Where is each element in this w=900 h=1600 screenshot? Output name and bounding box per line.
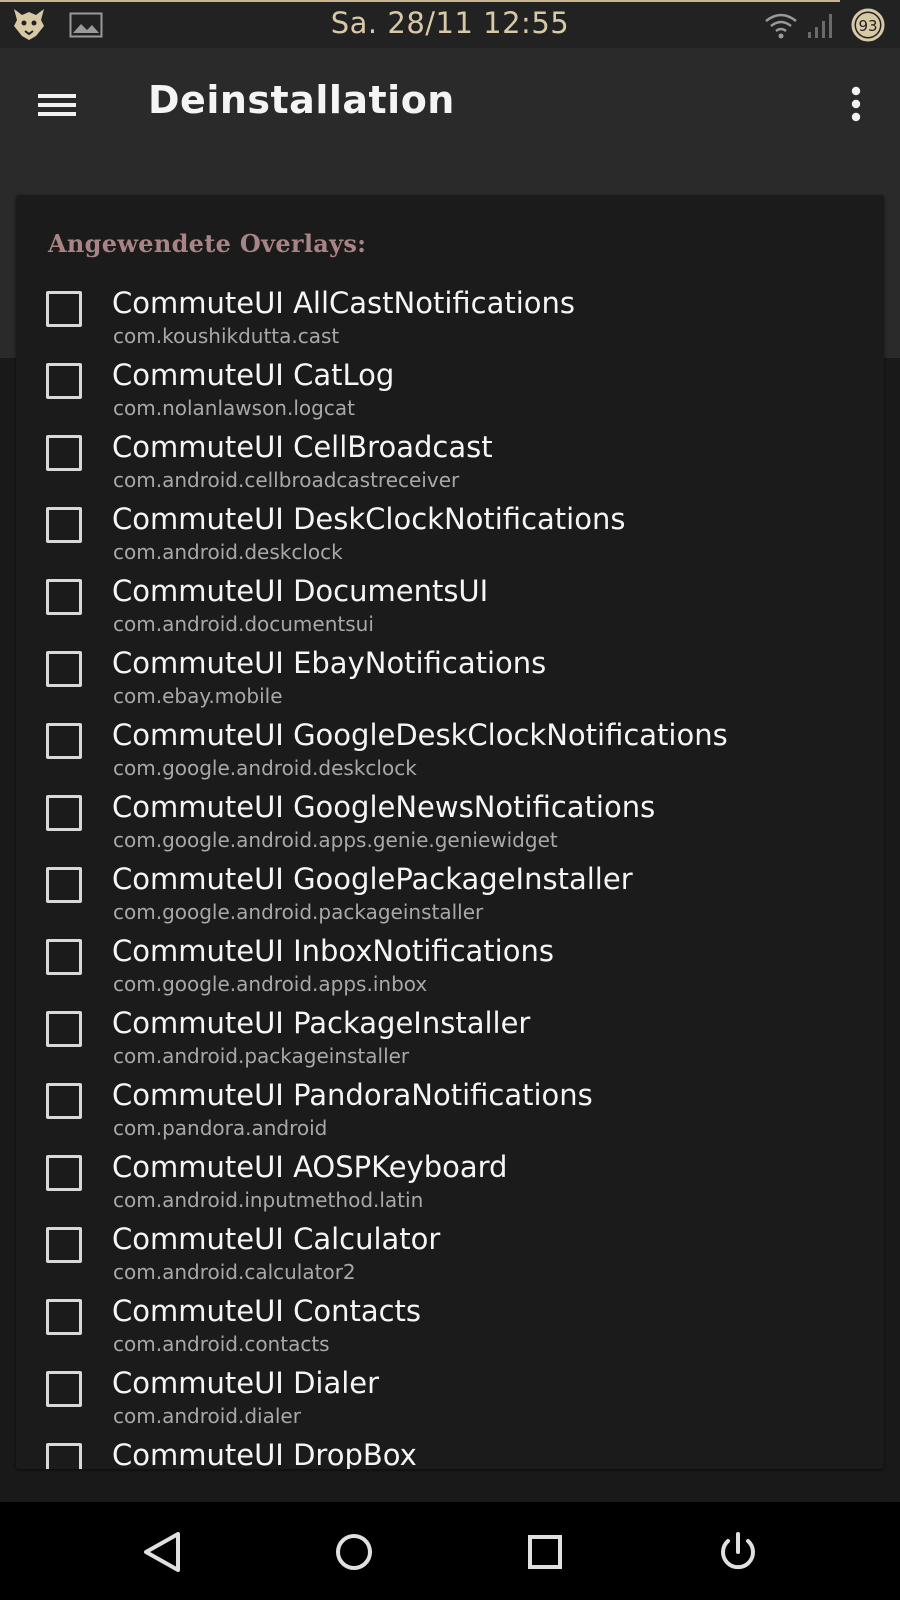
page-title: Deinstallation [148,78,455,122]
navigation-bar [0,1502,900,1600]
power-icon[interactable] [712,1526,764,1578]
overlay-name: CommuteUI PandoraNotifications [112,1078,593,1112]
overlay-list-item[interactable]: CommuteUI PackageInstaller com.android.pa… [16,1005,884,1077]
overlay-checkbox[interactable] [46,1443,82,1469]
overlay-name: CommuteUI GooglePackageInstaller [112,862,633,896]
overlay-name: CommuteUI CatLog [112,358,395,392]
overlay-package: com.nolanlawson.logcat [113,396,355,420]
overlay-package: com.android.cellbroadcastreceiver [113,468,460,492]
overlay-name: CommuteUI DropBox [112,1438,417,1469]
overlay-package: com.android.packageinstaller [113,1044,410,1068]
overlay-checkbox[interactable] [46,1155,82,1191]
overlay-list-item[interactable]: CommuteUI AllCastNotifications com.koushi… [16,285,884,357]
cell-signal-icon [806,12,836,44]
wifi-icon [764,12,798,44]
overlay-list-item[interactable]: CommuteUI Calculator com.android.calculat… [16,1221,884,1293]
section-title: Angewendete Overlays: [48,229,367,258]
status-bar: Sa. 28/11 12:55 93 [0,0,900,48]
overlay-name: CommuteUI Dialer [112,1366,380,1400]
overlay-package: com.android.dialer [113,1404,301,1428]
overlay-list-item[interactable]: CommuteUI Contacts com.android.contacts [16,1293,884,1365]
overlay-checkbox[interactable] [46,1299,82,1335]
overlay-list-item[interactable]: CommuteUI DocumentsUI com.android.documen… [16,573,884,645]
overlay-checkbox[interactable] [46,507,82,543]
overlay-checkbox[interactable] [46,939,82,975]
overlay-name: CommuteUI AllCastNotifications [112,286,576,320]
overlay-package: com.pandora.android [113,1116,328,1140]
overlay-checkbox[interactable] [46,1371,82,1407]
overlay-name: CommuteUI AOSPKeyboard [112,1150,508,1184]
overlay-checkbox[interactable] [46,1227,82,1263]
status-accent-line [0,0,840,2]
overlay-list-item[interactable]: CommuteUI CellBroadcast com.android.cellb… [16,429,884,501]
overlay-checkbox[interactable] [46,867,82,903]
overlay-package: com.koushikdutta.cast [113,324,340,348]
overlay-list-item[interactable]: CommuteUI GoogleDeskClockNotifications co… [16,717,884,789]
overlay-package: com.ebay.mobile [113,684,283,708]
overlay-package: com.android.deskclock [113,540,343,564]
more-vert-icon[interactable] [830,82,882,138]
overlay-package: com.android.documentsui [113,612,374,636]
overlay-list-item[interactable]: CommuteUI CatLog com.nolanlawson.logcat [16,357,884,429]
overlay-package: com.google.android.apps.genie.geniewidge… [113,828,558,852]
overlay-checkbox[interactable] [46,723,82,759]
overlay-list-item[interactable]: CommuteUI AOSPKeyboard com.android.inputm… [16,1149,884,1221]
overlay-list-item[interactable]: CommuteUI GooglePackageInstaller com.goog… [16,861,884,933]
recents-icon[interactable] [519,1526,571,1578]
overlay-name: CommuteUI DeskClockNotifications [112,502,626,536]
overlay-list-card: Angewendete Overlays: CommuteUI AllCastN… [16,195,884,1469]
overlay-name: CommuteUI CellBroadcast [112,430,493,464]
battery-icon: 93 [851,8,885,46]
overlay-checkbox[interactable] [46,1083,82,1119]
back-icon[interactable] [138,1526,190,1578]
overlay-list-item[interactable]: CommuteUI DropBox [16,1437,884,1469]
overlay-package: com.google.android.deskclock [113,756,417,780]
hamburger-menu-icon[interactable] [30,83,86,139]
overlay-name: CommuteUI Calculator [112,1222,441,1256]
overlay-checkbox[interactable] [46,363,82,399]
overlay-list-item[interactable]: CommuteUI DeskClockNotifications com.andr… [16,501,884,573]
overlay-list-item[interactable]: CommuteUI EbayNotifications com.ebay.mobi… [16,645,884,717]
overlay-checkbox[interactable] [46,435,82,471]
overlay-checkbox[interactable] [46,291,82,327]
overlay-list-item[interactable]: CommuteUI InboxNotifications com.google.a… [16,933,884,1005]
overlay-name: CommuteUI EbayNotifications [112,646,547,680]
overlay-package: com.google.android.apps.inbox [113,972,428,996]
overlay-list-item[interactable]: CommuteUI GoogleNewsNotifications com.goo… [16,789,884,861]
overlay-checkbox[interactable] [46,1011,82,1047]
overlay-package: com.google.android.packageinstaller [113,900,484,924]
overlay-package: com.android.calculator2 [113,1260,356,1284]
overlay-list-item[interactable]: CommuteUI PandoraNotifications com.pandor… [16,1077,884,1149]
overlay-name: CommuteUI GoogleDeskClockNotifications [112,718,728,752]
overlay-name: CommuteUI GoogleNewsNotifications [112,790,656,824]
overlay-name: CommuteUI PackageInstaller [112,1006,531,1040]
overlay-checkbox[interactable] [46,579,82,615]
home-icon[interactable] [328,1526,380,1578]
overlay-list-item[interactable]: CommuteUI Dialer com.android.dialer [16,1365,884,1437]
overlay-package: com.android.contacts [113,1332,330,1356]
overlay-name: CommuteUI Contacts [112,1294,422,1328]
overlay-checkbox[interactable] [46,651,82,687]
overlay-checkbox[interactable] [46,795,82,831]
overlay-name: CommuteUI DocumentsUI [112,574,489,608]
overlay-name: CommuteUI InboxNotifications [112,934,554,968]
overlay-package: com.android.inputmethod.latin [113,1188,424,1212]
battery-level: 93 [858,17,877,35]
